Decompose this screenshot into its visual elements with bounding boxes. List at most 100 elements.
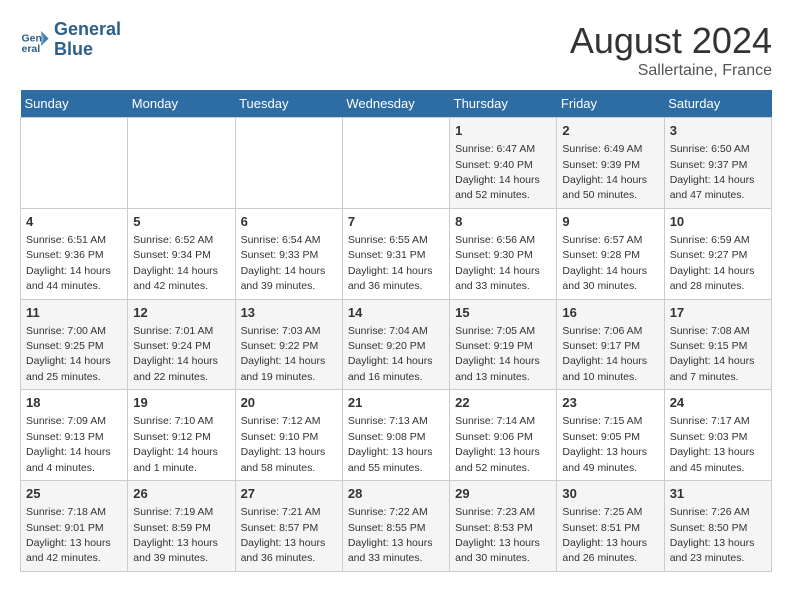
day-info: Sunrise: 7:01 AM Sunset: 9:24 PM Dayligh… bbox=[133, 325, 218, 383]
day-number: 17 bbox=[670, 304, 766, 322]
day-number: 10 bbox=[670, 213, 766, 231]
day-number: 5 bbox=[133, 213, 229, 231]
location-subtitle: Sallertaine, France bbox=[570, 62, 772, 80]
calendar-cell: 9 Sunrise: 6:57 AM Sunset: 9:28 PM Daylig… bbox=[557, 208, 664, 299]
weekday-header-saturday: Saturday bbox=[664, 90, 771, 118]
day-info: Sunrise: 6:52 AM Sunset: 9:34 PM Dayligh… bbox=[133, 234, 218, 292]
calendar-cell: 10 Sunrise: 6:59 AM Sunset: 9:27 PM Dayli… bbox=[664, 208, 771, 299]
day-info: Sunrise: 6:56 AM Sunset: 9:30 PM Dayligh… bbox=[455, 234, 540, 292]
day-info: Sunrise: 7:05 AM Sunset: 9:19 PM Dayligh… bbox=[455, 325, 540, 383]
day-number: 2 bbox=[562, 122, 658, 140]
logo-icon: Gen eral bbox=[20, 25, 50, 55]
day-number: 25 bbox=[26, 485, 122, 503]
day-info: Sunrise: 6:47 AM Sunset: 9:40 PM Dayligh… bbox=[455, 143, 540, 201]
day-number: 16 bbox=[562, 304, 658, 322]
day-info: Sunrise: 7:26 AM Sunset: 8:50 PM Dayligh… bbox=[670, 506, 755, 564]
calendar-cell bbox=[21, 118, 128, 209]
day-info: Sunrise: 7:22 AM Sunset: 8:55 PM Dayligh… bbox=[348, 506, 433, 564]
calendar-cell: 19 Sunrise: 7:10 AM Sunset: 9:12 PM Dayli… bbox=[128, 390, 235, 481]
calendar-cell bbox=[235, 118, 342, 209]
day-number: 13 bbox=[241, 304, 337, 322]
calendar-cell: 28Sunrise: 7:22 AM Sunset: 8:55 PM Dayli… bbox=[342, 481, 449, 572]
day-info: Sunrise: 7:03 AM Sunset: 9:22 PM Dayligh… bbox=[241, 325, 326, 383]
weekday-header-thursday: Thursday bbox=[450, 90, 557, 118]
calendar-cell: 4Sunrise: 6:51 AM Sunset: 9:36 PM Daylig… bbox=[21, 208, 128, 299]
day-number: 6 bbox=[241, 213, 337, 231]
calendar-cell: 22Sunrise: 7:14 AM Sunset: 9:06 PM Dayli… bbox=[450, 390, 557, 481]
logo-text-line2: Blue bbox=[54, 40, 121, 60]
day-number: 29 bbox=[455, 485, 551, 503]
calendar-cell: 21Sunrise: 7:13 AM Sunset: 9:08 PM Dayli… bbox=[342, 390, 449, 481]
day-number: 19 bbox=[133, 394, 229, 412]
day-info: Sunrise: 6:54 AM Sunset: 9:33 PM Dayligh… bbox=[241, 234, 326, 292]
calendar-cell: 5 Sunrise: 6:52 AM Sunset: 9:34 PM Daylig… bbox=[128, 208, 235, 299]
calendar-week-3: 11Sunrise: 7:00 AM Sunset: 9:25 PM Dayli… bbox=[21, 299, 772, 390]
day-info: Sunrise: 7:00 AM Sunset: 9:25 PM Dayligh… bbox=[26, 325, 111, 383]
day-info: Sunrise: 6:57 AM Sunset: 9:28 PM Dayligh… bbox=[562, 234, 647, 292]
day-number: 18 bbox=[26, 394, 122, 412]
day-number: 24 bbox=[670, 394, 766, 412]
calendar-week-2: 4Sunrise: 6:51 AM Sunset: 9:36 PM Daylig… bbox=[21, 208, 772, 299]
day-number: 9 bbox=[562, 213, 658, 231]
day-number: 14 bbox=[348, 304, 444, 322]
weekday-header-sunday: Sunday bbox=[21, 90, 128, 118]
calendar-cell: 12 Sunrise: 7:01 AM Sunset: 9:24 PM Dayli… bbox=[128, 299, 235, 390]
day-info: Sunrise: 6:50 AM Sunset: 9:37 PM Dayligh… bbox=[670, 143, 755, 201]
calendar-cell: 23 Sunrise: 7:15 AM Sunset: 9:05 PM Dayli… bbox=[557, 390, 664, 481]
title-block: August 2024 Sallertaine, France bbox=[570, 20, 772, 80]
day-number: 1 bbox=[455, 122, 551, 140]
day-info: Sunrise: 7:04 AM Sunset: 9:20 PM Dayligh… bbox=[348, 325, 433, 383]
calendar-cell bbox=[342, 118, 449, 209]
calendar-cell: 20 Sunrise: 7:12 AM Sunset: 9:10 PM Dayli… bbox=[235, 390, 342, 481]
calendar-cell: 6 Sunrise: 6:54 AM Sunset: 9:33 PM Daylig… bbox=[235, 208, 342, 299]
calendar-week-5: 25 Sunrise: 7:18 AM Sunset: 9:01 PM Dayli… bbox=[21, 481, 772, 572]
day-number: 15 bbox=[455, 304, 551, 322]
calendar-header: SundayMondayTuesdayWednesdayThursdayFrid… bbox=[21, 90, 772, 118]
day-number: 20 bbox=[241, 394, 337, 412]
day-number: 21 bbox=[348, 394, 444, 412]
calendar-cell: 8Sunrise: 6:56 AM Sunset: 9:30 PM Daylig… bbox=[450, 208, 557, 299]
calendar-cell: 18Sunrise: 7:09 AM Sunset: 9:13 PM Dayli… bbox=[21, 390, 128, 481]
calendar-cell: 25 Sunrise: 7:18 AM Sunset: 9:01 PM Dayli… bbox=[21, 481, 128, 572]
day-info: Sunrise: 7:08 AM Sunset: 9:15 PM Dayligh… bbox=[670, 325, 755, 383]
weekday-header-row: SundayMondayTuesdayWednesdayThursdayFrid… bbox=[21, 90, 772, 118]
day-number: 26 bbox=[133, 485, 229, 503]
calendar-cell: 15 Sunrise: 7:05 AM Sunset: 9:19 PM Dayli… bbox=[450, 299, 557, 390]
day-number: 7 bbox=[348, 213, 444, 231]
calendar-cell: 16 Sunrise: 7:06 AM Sunset: 9:17 PM Dayli… bbox=[557, 299, 664, 390]
day-number: 12 bbox=[133, 304, 229, 322]
calendar-cell: 29 Sunrise: 7:23 AM Sunset: 8:53 PM Dayli… bbox=[450, 481, 557, 572]
day-info: Sunrise: 7:10 AM Sunset: 9:12 PM Dayligh… bbox=[133, 415, 218, 473]
day-info: Sunrise: 6:55 AM Sunset: 9:31 PM Dayligh… bbox=[348, 234, 433, 292]
calendar-cell bbox=[128, 118, 235, 209]
logo: Gen eral General Blue bbox=[20, 20, 121, 60]
day-info: Sunrise: 7:15 AM Sunset: 9:05 PM Dayligh… bbox=[562, 415, 647, 473]
calendar-cell: 14 Sunrise: 7:04 AM Sunset: 9:20 PM Dayli… bbox=[342, 299, 449, 390]
calendar-cell: 2 Sunrise: 6:49 AM Sunset: 9:39 PM Daylig… bbox=[557, 118, 664, 209]
calendar-cell: 7 Sunrise: 6:55 AM Sunset: 9:31 PM Daylig… bbox=[342, 208, 449, 299]
day-info: Sunrise: 7:23 AM Sunset: 8:53 PM Dayligh… bbox=[455, 506, 540, 564]
calendar-cell: 17 Sunrise: 7:08 AM Sunset: 9:15 PM Dayli… bbox=[664, 299, 771, 390]
day-info: Sunrise: 7:18 AM Sunset: 9:01 PM Dayligh… bbox=[26, 506, 111, 564]
day-info: Sunrise: 6:49 AM Sunset: 9:39 PM Dayligh… bbox=[562, 143, 647, 201]
day-info: Sunrise: 7:25 AM Sunset: 8:51 PM Dayligh… bbox=[562, 506, 647, 564]
calendar-cell: 13 Sunrise: 7:03 AM Sunset: 9:22 PM Dayli… bbox=[235, 299, 342, 390]
weekday-header-friday: Friday bbox=[557, 90, 664, 118]
weekday-header-monday: Monday bbox=[128, 90, 235, 118]
day-number: 4 bbox=[26, 213, 122, 231]
calendar-cell: 3Sunrise: 6:50 AM Sunset: 9:37 PM Daylig… bbox=[664, 118, 771, 209]
day-info: Sunrise: 7:12 AM Sunset: 9:10 PM Dayligh… bbox=[241, 415, 326, 473]
day-number: 31 bbox=[670, 485, 766, 503]
day-info: Sunrise: 7:19 AM Sunset: 8:59 PM Dayligh… bbox=[133, 506, 218, 564]
day-info: Sunrise: 7:21 AM Sunset: 8:57 PM Dayligh… bbox=[241, 506, 326, 564]
day-info: Sunrise: 6:59 AM Sunset: 9:27 PM Dayligh… bbox=[670, 234, 755, 292]
day-info: Sunrise: 7:06 AM Sunset: 9:17 PM Dayligh… bbox=[562, 325, 647, 383]
day-info: Sunrise: 7:14 AM Sunset: 9:06 PM Dayligh… bbox=[455, 415, 540, 473]
calendar-body: 1 Sunrise: 6:47 AM Sunset: 9:40 PM Daylig… bbox=[21, 118, 772, 572]
day-number: 27 bbox=[241, 485, 337, 503]
day-number: 23 bbox=[562, 394, 658, 412]
logo-text-line1: General bbox=[54, 20, 121, 40]
calendar-cell: 31 Sunrise: 7:26 AM Sunset: 8:50 PM Dayli… bbox=[664, 481, 771, 572]
calendar-week-1: 1 Sunrise: 6:47 AM Sunset: 9:40 PM Daylig… bbox=[21, 118, 772, 209]
calendar-cell: 26 Sunrise: 7:19 AM Sunset: 8:59 PM Dayli… bbox=[128, 481, 235, 572]
